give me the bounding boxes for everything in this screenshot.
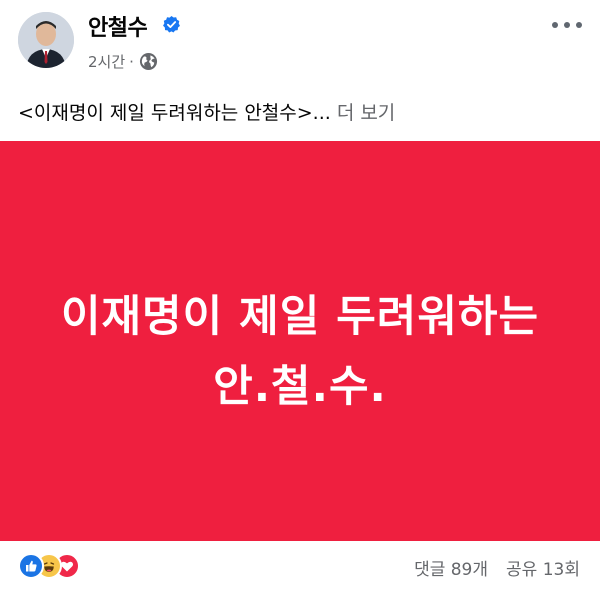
- comment-count[interactable]: 댓글 89개: [414, 555, 488, 580]
- see-more-link[interactable]: 더 보기: [337, 102, 395, 124]
- meta-separator: ·: [129, 52, 134, 71]
- post-time[interactable]: 2시간: [88, 51, 125, 72]
- share-count[interactable]: 공유 13회: [506, 555, 580, 580]
- post-meta: 2시간 ·: [88, 51, 158, 72]
- globe-icon[interactable]: [139, 52, 158, 71]
- avatar-photo: [18, 12, 74, 68]
- banner-headline: 이재명이 제일 두려워하는: [60, 292, 540, 342]
- more-options-button[interactable]: [552, 14, 582, 36]
- facebook-post: 안철수 2시간 · <이재명이 제일 두려워하는 안철수>... 더 보기 이재명…: [0, 0, 600, 594]
- verified-badge-icon: [163, 15, 180, 33]
- reaction-summary[interactable]: [18, 553, 98, 579]
- dot-icon: [552, 22, 558, 28]
- post-body-text: <이재명이 제일 두려워하는 안철수>...: [18, 102, 331, 124]
- author-name[interactable]: 안철수: [88, 10, 148, 42]
- post-text: <이재명이 제일 두려워하는 안철수>... 더 보기: [18, 98, 588, 125]
- avatar[interactable]: [18, 12, 74, 68]
- dot-icon: [576, 22, 582, 28]
- post-header: 안철수 2시간 ·: [0, 0, 600, 80]
- banner-subheadline: 안.철.수.: [213, 362, 387, 412]
- post-stats: 댓글 89개 공유 13회: [414, 555, 580, 580]
- like-icon: [18, 553, 44, 579]
- dot-icon: [564, 22, 570, 28]
